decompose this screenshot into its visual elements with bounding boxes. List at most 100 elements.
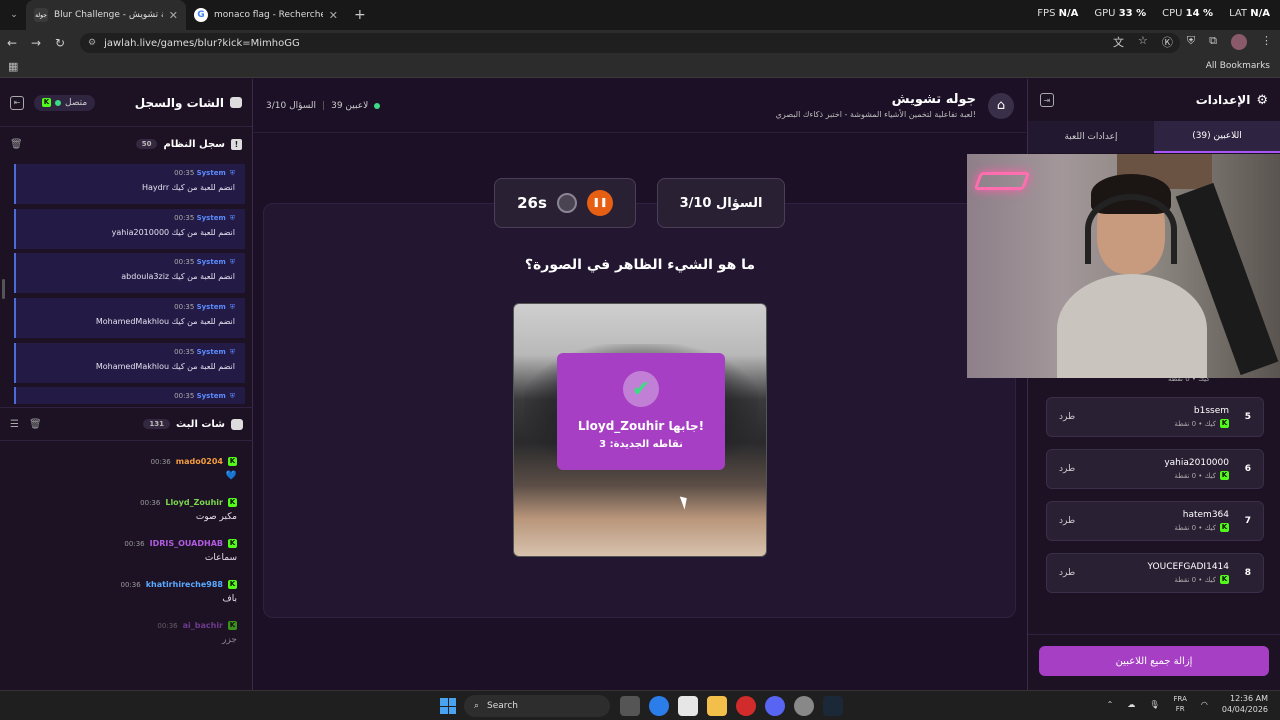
home-icon[interactable]: ⌂	[988, 92, 1014, 119]
tab-monaco-flag[interactable]: G monaco flag - Recherche Goog ✕	[186, 0, 346, 30]
close-tab-icon[interactable]: ✕	[169, 9, 178, 22]
list-item: 00:35 System ⛨ yahia2010000 انضم للعبة من…	[14, 208, 245, 249]
shield-extension-icon[interactable]: ⛨	[1187, 34, 1195, 50]
collapse-panel-icon[interactable]: ⇥	[1040, 93, 1054, 107]
browser-menu-icon[interactable]: ⋮	[1261, 34, 1272, 50]
live-dot	[374, 102, 381, 109]
extensions-icon[interactable]: ⧉	[1209, 34, 1217, 50]
question-box: السؤال 3/10	[657, 178, 785, 228]
clear-log-trash-icon[interactable]: 🗑	[10, 139, 23, 150]
sender-name: System	[196, 213, 226, 222]
shield-icon: ⛨	[229, 213, 235, 222]
sender-name: System	[196, 392, 226, 401]
stream-chat-list[interactable]: 00:36 mado0204 K 💙 00:36 Lloyd_Zouhir K مكبر…	[0, 457, 253, 662]
log-message: Haydrr انضم للعبة من كيك	[141, 183, 235, 192]
timestamp: 00:36	[120, 580, 141, 589]
timestamp: 00:35	[174, 258, 195, 267]
timestamp: 00:36	[124, 539, 145, 548]
kick-player-button[interactable]: طرد	[1059, 568, 1075, 578]
clock-icon	[556, 193, 577, 213]
steam-icon[interactable]	[823, 696, 843, 716]
site-info-icon[interactable]: ⚙	[88, 38, 96, 48]
language-indicator[interactable]: FRA FR	[1174, 694, 1187, 714]
list-item: 00:35 System ⛨	[14, 387, 245, 404]
settings-footer: إزالة جميع اللاعبين	[1028, 634, 1280, 690]
timestamp: 00:36	[140, 498, 161, 507]
correct-title: Lloyd_Zouhir جابها!	[577, 419, 705, 433]
network-icon[interactable]: ☁	[1127, 700, 1135, 709]
windows-taskbar: ⌕ Search ⌃ ☁ 🎙 FRA FR ◠ 12:36 AM 04/04/202…	[0, 690, 1280, 720]
microphone-icon[interactable]: 🎙	[1149, 700, 1159, 709]
fps-label: FPS	[1037, 8, 1056, 19]
task-view-icon[interactable]	[620, 696, 640, 716]
log-message: yahia2010000 انضم للعبة من كيك	[111, 227, 235, 237]
forward-icon[interactable]: →	[24, 36, 48, 50]
kick-player-button[interactable]: طرد	[1059, 516, 1075, 526]
player-rank: 5	[1244, 412, 1251, 422]
discord-icon[interactable]	[765, 696, 785, 716]
log-message: MohamedMakhlou انضم للعبة من كيك	[95, 317, 235, 327]
system-log-title: سجل النظام	[163, 138, 225, 150]
scrollbar-thumb[interactable]	[2, 279, 5, 299]
all-bookmarks[interactable]: All Bookmarks	[1206, 61, 1270, 71]
close-tab-icon[interactable]: ✕	[329, 9, 338, 22]
tab-game-settings[interactable]: إعدادات اللعبة	[1028, 121, 1154, 153]
headset-icon	[1085, 194, 1177, 264]
chevron-up-icon[interactable]: ⌃	[1107, 700, 1114, 709]
game-header: السؤال 3/10 | 39 لاعبين جوله تشويش لعبة …	[254, 79, 1026, 133]
chrome-icon[interactable]	[649, 696, 669, 716]
remove-all-players-button[interactable]: إزالة جميع اللاعبين	[1039, 646, 1269, 676]
tab-blur-challenge[interactable]: جولة Blur Challenge - جولة تشويش ✕	[26, 0, 186, 30]
translate-icon[interactable]: 文	[1113, 34, 1124, 50]
back-icon[interactable]: ←	[0, 36, 24, 50]
bookmark-star-icon[interactable]: ☆	[1138, 34, 1148, 50]
kick-player-button[interactable]: طرد	[1059, 412, 1075, 422]
settings-app-icon[interactable]	[794, 696, 814, 716]
username: khatirhireche988	[145, 580, 223, 589]
taskbar-clock[interactable]: 12:36 AM 04/04/2026	[1222, 693, 1268, 715]
snipping-tool-icon[interactable]	[678, 696, 698, 716]
perf-overlay: FPS N/A GPU 33 % CPU 14 % LAT N/A	[1037, 8, 1270, 19]
taskbar-search[interactable]: ⌕ Search	[464, 695, 610, 717]
clear-chat-trash-icon[interactable]: 🗑	[29, 419, 42, 430]
player-sub: كيك • 0 نقطة	[1174, 523, 1216, 532]
shield-icon: ⛨	[229, 392, 235, 401]
tab-players[interactable]: اللاعبين (39)	[1154, 121, 1280, 153]
opera-icon[interactable]	[736, 696, 756, 716]
kick-icon: K	[228, 457, 237, 466]
chat-panel-header: ⇤ K متصل الشات والسجل	[0, 79, 252, 127]
pause-button[interactable]: ❚❚	[586, 190, 613, 216]
kick-icon: K	[228, 621, 237, 630]
filter-icon[interactable]: ☰	[10, 419, 19, 430]
collapse-panel-icon[interactable]: ⇤	[10, 95, 24, 110]
shield-icon: ⛨	[229, 258, 235, 267]
address-bar[interactable]: ⚙ jawlah.live/games/blur?kick=MimhoGG	[80, 33, 1180, 53]
profile-avatar[interactable]	[1231, 34, 1247, 50]
browser-toolbar: ← → ↻ ⚙ jawlah.live/games/blur?kick=Mimh…	[0, 30, 1280, 56]
message-text: باف	[222, 594, 237, 604]
url-text: jawlah.live/games/blur?kick=MimhoGG	[104, 37, 300, 49]
username: ai_bachir	[182, 621, 223, 630]
tab-search-icon[interactable]: ⌄	[2, 3, 26, 27]
timestamp: 00:35	[174, 213, 195, 222]
windows-start-icon[interactable]	[440, 698, 456, 714]
kick-icon: K	[228, 580, 237, 589]
timer-box: 26s ❚❚	[494, 178, 636, 228]
system-log-header: 🗑 50 سجل النظام !	[0, 127, 252, 161]
player-row: طرد yahia2010000 كيك • 0 نقطة K 6	[1046, 449, 1264, 489]
shield-icon: ⛨	[229, 303, 235, 312]
kick-extension-icon[interactable]: Ⓚ	[1162, 34, 1173, 50]
file-explorer-icon[interactable]	[707, 696, 727, 716]
apps-grid-icon[interactable]: ▦	[8, 60, 18, 73]
system-log-count: 50	[135, 139, 158, 149]
new-tab-icon[interactable]: +	[354, 7, 366, 23]
kick-icon: K	[42, 98, 51, 107]
wifi-icon[interactable]: ◠	[1201, 700, 1208, 709]
timestamp: 00:35	[174, 347, 195, 356]
player-name: hatem364	[1182, 510, 1229, 520]
players-list[interactable]: طرد b1ssem كيك • 0 نقطة K 5 طرد yahia2010…	[1046, 397, 1264, 605]
system-log-list[interactable]: 00:35 System ⛨ Haydrr انضم للعبة من كيك 0…	[14, 164, 245, 404]
reload-icon[interactable]: ↻	[48, 36, 72, 50]
webcam-overlay	[967, 154, 1280, 378]
kick-player-button[interactable]: طرد	[1059, 464, 1075, 474]
